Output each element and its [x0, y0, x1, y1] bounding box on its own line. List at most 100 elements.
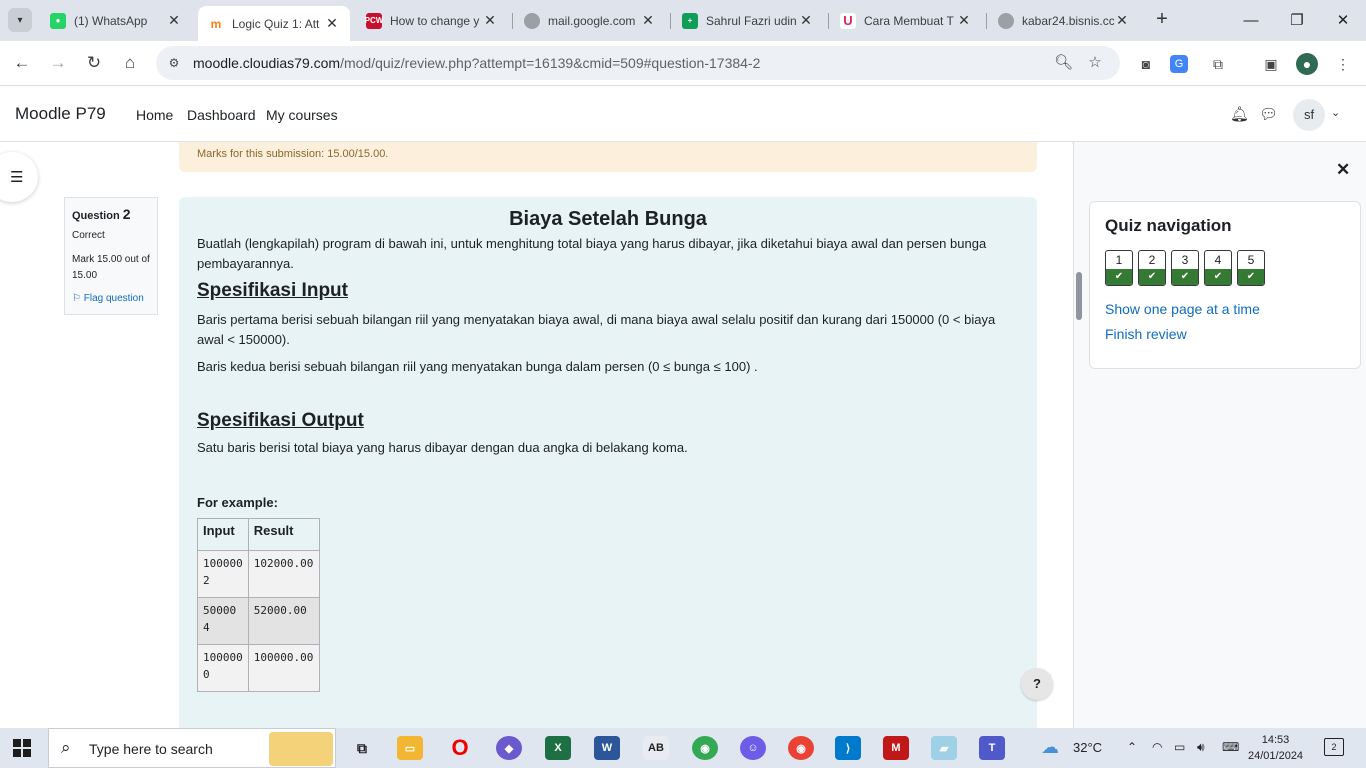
word-icon[interactable]: W — [594, 736, 620, 760]
side-panel-icon[interactable]: ▣ — [1260, 53, 1282, 75]
vscode-icon[interactable]: ⟩ — [835, 736, 861, 760]
tab-how-to-change[interactable]: PCW How to change y ✕ — [356, 6, 508, 35]
discord-icon[interactable]: ☺ — [740, 736, 766, 760]
tab-kabar24[interactable]: kabar24.bisnis.cc ✕ — [988, 6, 1140, 35]
tab-title: Cara Membuat T — [864, 13, 954, 28]
tab-title: (1) WhatsApp — [74, 13, 148, 28]
close-icon[interactable]: ✕ — [798, 12, 814, 29]
tab-logic-quiz[interactable]: m Logic Quiz 1: Att ✕ — [198, 6, 350, 41]
mcafee-icon[interactable]: M — [883, 736, 909, 760]
table-header-row: Input Result — [197, 518, 320, 551]
speaker-icon[interactable]: 🔊︎ — [1197, 740, 1205, 755]
message-icon[interactable]: 💬︎ — [1259, 105, 1278, 123]
keyboard-app-icon[interactable]: AB — [643, 736, 669, 760]
zoom-icon[interactable]: 🔍︎ — [1054, 54, 1073, 72]
user-avatar[interactable]: sf — [1293, 99, 1325, 131]
output-spec-line: Satu baris berisi total biaya yang harus… — [197, 440, 688, 455]
page-scrollbar[interactable] — [1076, 272, 1082, 320]
tab-whatsapp[interactable]: ● (1) WhatsApp ✕ — [40, 6, 192, 35]
teams-icon[interactable]: T — [979, 736, 1005, 760]
bell-icon[interactable]: 🔔︎ — [1230, 105, 1249, 123]
windows-start-icon[interactable] — [13, 739, 31, 757]
question-intro: Buatlah (lengkapilah) program di bawah i… — [197, 236, 987, 271]
tab-separator — [670, 13, 671, 29]
tab-search-button[interactable]: ▾ — [8, 8, 32, 32]
restore-icon[interactable]: ❐ — [1274, 0, 1320, 40]
minimize-icon[interactable]: — — [1228, 0, 1274, 40]
chrome-icon[interactable]: ◉ — [692, 736, 718, 760]
url-text[interactable]: moodle.cloudias79.com/mod/quiz/review.ph… — [193, 55, 760, 71]
list-icon: ☰ — [10, 169, 24, 186]
quiz-nav-button-3[interactable]: 3 ✔ — [1171, 250, 1199, 286]
wifi-icon[interactable]: ◠ — [1152, 740, 1162, 754]
close-icon[interactable]: ✕ — [640, 12, 656, 29]
google-translate-icon[interactable]: G — [1170, 55, 1188, 73]
notes-app-icon[interactable]: ▰ — [931, 736, 957, 760]
chevron-up-icon[interactable]: ⌃ — [1127, 740, 1137, 754]
battery-icon[interactable]: ▭ — [1174, 740, 1185, 754]
close-icon[interactable]: ✕ — [956, 12, 972, 29]
kebab-menu-icon[interactable]: ⋮ — [1332, 53, 1354, 75]
language-icon[interactable]: ⌨ — [1222, 740, 1239, 754]
tab-gmail[interactable]: mail.google.com ✕ — [514, 6, 666, 35]
input-line: 4 — [203, 621, 210, 634]
bookmark-star-icon[interactable]: ☆ — [1086, 54, 1104, 72]
home-icon[interactable]: ⌂ — [118, 51, 142, 75]
question-number-value: 2 — [122, 206, 131, 222]
show-one-page-link[interactable]: Show one page at a time — [1105, 301, 1345, 317]
quiz-nav-number: 3 — [1181, 253, 1189, 267]
site-info-icon[interactable]: ⚙ — [164, 53, 184, 73]
close-drawer-icon[interactable]: ✕ — [1336, 160, 1350, 180]
flag-question-link[interactable]: ⚐ Flag question — [72, 293, 150, 304]
back-icon[interactable]: ← — [10, 51, 34, 75]
help-button[interactable]: ? — [1021, 668, 1053, 700]
course-index-toggle[interactable]: ☰ — [0, 152, 38, 202]
site-brand[interactable]: Moodle P79 — [15, 104, 106, 124]
quiz-navigation-buttons: 1 ✔ 2 ✔ 3 ✔ 4 ✔ 5 ✔ — [1105, 250, 1345, 286]
page-content: ☰ Marks for this submission: 15.00/15.00… — [0, 142, 1072, 728]
url-host: moodle.cloudias79.com — [193, 55, 341, 71]
tab-title: Sahrul Fazri udin — [706, 13, 797, 28]
close-icon[interactable]: ✕ — [324, 15, 340, 32]
extensions-icon[interactable]: ⧉ — [1207, 53, 1229, 75]
check-icon: ✔ — [1106, 269, 1132, 285]
chevron-down-icon[interactable]: ⌄ — [1331, 106, 1340, 119]
finish-review-link[interactable]: Finish review — [1105, 326, 1345, 342]
quiz-nav-button-5[interactable]: 5 ✔ — [1237, 250, 1265, 286]
excel-icon[interactable]: X — [545, 736, 571, 760]
tab-title: mail.google.com — [548, 13, 636, 28]
tab-cara-membuat[interactable]: U Cara Membuat T ✕ — [830, 6, 982, 35]
task-view-icon[interactable]: ⧉ — [349, 736, 375, 760]
output-spec-heading: Spesifikasi Output — [197, 410, 364, 431]
profile-avatar-icon[interactable]: ● — [1296, 53, 1318, 75]
close-icon[interactable]: ✕ — [166, 12, 182, 29]
camera-icon[interactable]: ◙ — [1135, 53, 1157, 75]
quiz-nav-button-2[interactable]: 2 ✔ — [1138, 250, 1166, 286]
taskbar-search-box[interactable]: ⌕ Type here to search — [48, 728, 336, 768]
search-icon: ⌕ — [61, 738, 71, 757]
nav-my-courses[interactable]: My courses — [266, 107, 338, 123]
reload-icon[interactable]: ↻ — [82, 51, 106, 75]
quiz-nav-button-1[interactable]: 1 ✔ — [1105, 250, 1133, 286]
tab-sheets[interactable]: + Sahrul Fazri udin ✕ — [672, 6, 824, 35]
close-icon[interactable]: ✕ — [482, 12, 498, 29]
weather-cloud-icon[interactable]: ☁ — [1041, 737, 1059, 758]
window-close-icon[interactable]: ✕ — [1320, 0, 1366, 40]
quiz-nav-button-4[interactable]: 4 ✔ — [1204, 250, 1232, 286]
chrome-profile-icon[interactable]: ◉ — [788, 736, 814, 760]
copilot-icon[interactable]: ◆ — [496, 736, 522, 760]
new-tab-button[interactable]: + — [1151, 8, 1173, 32]
address-bar[interactable]: ⚙ moodle.cloudias79.com/mod/quiz/review.… — [156, 46, 1120, 80]
notification-center-icon[interactable]: 2 — [1324, 738, 1344, 756]
nav-home[interactable]: Home — [136, 107, 173, 123]
file-explorer-icon[interactable]: ▭ — [397, 736, 423, 760]
example-table: Input Result 100000 2 102000.00 50000 4 52… — [197, 518, 320, 692]
flag-icon: ⚐ — [72, 293, 81, 304]
check-icon: ✔ — [1205, 269, 1231, 285]
nav-dashboard[interactable]: Dashboard — [187, 107, 256, 123]
weather-temperature[interactable]: 32°C — [1073, 740, 1102, 755]
opera-icon[interactable]: O — [447, 735, 473, 760]
taskbar-clock[interactable]: 14:53 24/01/2024 — [1248, 732, 1303, 764]
close-icon[interactable]: ✕ — [1114, 12, 1130, 29]
forward-icon[interactable]: → — [46, 51, 70, 75]
